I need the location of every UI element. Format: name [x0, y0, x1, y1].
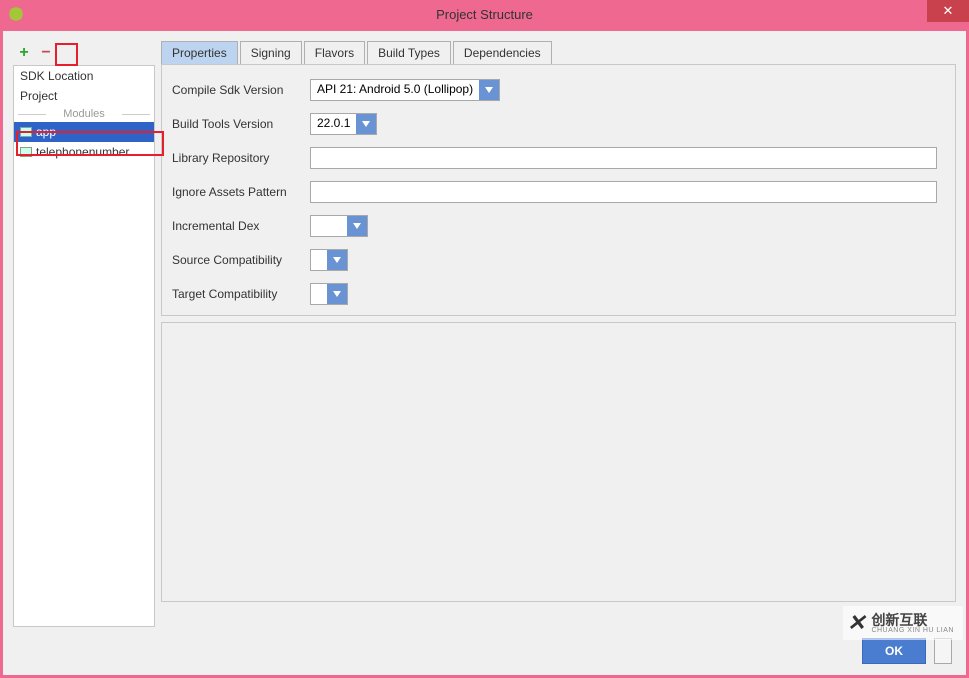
sidebar-column: + − SDK Location Project Modules app tel… — [13, 41, 155, 627]
chevron-down-icon[interactable] — [327, 284, 347, 304]
incremental-dex-label: Incremental Dex — [172, 219, 300, 233]
tab-flavors[interactable]: Flavors — [304, 41, 365, 64]
secondary-button-partial[interactable] — [934, 638, 952, 664]
module-label: app — [36, 125, 56, 139]
sidebar-item-sdk-location[interactable]: SDK Location — [14, 66, 154, 86]
compile-sdk-combo[interactable]: API 21: Android 5.0 (Lollipop) — [310, 79, 500, 101]
target-compat-combo[interactable] — [310, 283, 348, 305]
tab-dependencies[interactable]: Dependencies — [453, 41, 552, 64]
close-button[interactable]: ✕ — [927, 0, 969, 22]
titlebar: Project Structure ✕ — [0, 0, 969, 28]
sidebar-item-project[interactable]: Project — [14, 86, 154, 106]
tab-signing[interactable]: Signing — [240, 41, 302, 64]
sidebar-list: SDK Location Project Modules app telepho… — [13, 65, 155, 627]
watermark-brand: 创新互联 — [871, 613, 954, 627]
build-tools-value: 22.0.1 — [311, 114, 356, 134]
module-item-app[interactable]: app — [14, 122, 154, 142]
watermark-sub: CHUANG XIN HU LIAN — [871, 627, 954, 634]
module-icon — [20, 127, 32, 137]
incremental-dex-value — [311, 216, 347, 236]
incremental-dex-combo[interactable] — [310, 215, 368, 237]
tab-build-types[interactable]: Build Types — [367, 41, 451, 64]
target-compat-value — [311, 284, 327, 304]
source-compat-label: Source Compatibility — [172, 253, 300, 267]
content-area: + − SDK Location Project Modules app tel… — [3, 31, 966, 675]
tab-row: Properties Signing Flavors Build Types D… — [161, 41, 956, 64]
ignore-assets-input[interactable] — [310, 181, 937, 203]
ignore-assets-label: Ignore Assets Pattern — [172, 185, 300, 199]
chevron-down-icon[interactable] — [327, 250, 347, 270]
source-compat-combo[interactable] — [310, 249, 348, 271]
build-tools-label: Build Tools Version — [172, 117, 300, 131]
app-icon — [8, 6, 24, 22]
chevron-down-icon[interactable] — [356, 114, 376, 134]
ok-button[interactable]: OK — [862, 638, 926, 664]
target-compat-label: Target Compatibility — [172, 287, 300, 301]
compile-sdk-label: Compile Sdk Version — [172, 83, 300, 97]
source-compat-value — [311, 250, 327, 270]
library-repo-label: Library Repository — [172, 151, 300, 165]
tab-properties[interactable]: Properties — [161, 41, 238, 64]
module-item-telephonenumber[interactable]: telephonenumber — [14, 142, 154, 162]
footer: OK — [3, 627, 966, 675]
main-panel: Properties Signing Flavors Build Types D… — [161, 41, 956, 627]
watermark-logo-icon: ✕ — [847, 610, 865, 636]
lower-panel — [161, 322, 956, 602]
module-icon — [20, 147, 32, 157]
properties-panel: Compile Sdk Version API 21: Android 5.0 … — [161, 64, 956, 316]
build-tools-combo[interactable]: 22.0.1 — [310, 113, 377, 135]
chevron-down-icon[interactable] — [479, 80, 499, 100]
chevron-down-icon[interactable] — [347, 216, 367, 236]
sidebar-modules-header: Modules — [14, 106, 154, 122]
window-title: Project Structure — [436, 7, 533, 22]
compile-sdk-value: API 21: Android 5.0 (Lollipop) — [311, 80, 479, 100]
library-repo-input[interactable] — [310, 147, 937, 169]
add-module-button[interactable]: + — [15, 44, 33, 62]
sidebar-toolbar: + − — [13, 41, 155, 65]
watermark: ✕ 创新互联 CHUANG XIN HU LIAN — [843, 606, 963, 640]
module-label: telephonenumber — [36, 145, 129, 159]
remove-module-button[interactable]: − — [37, 44, 55, 62]
